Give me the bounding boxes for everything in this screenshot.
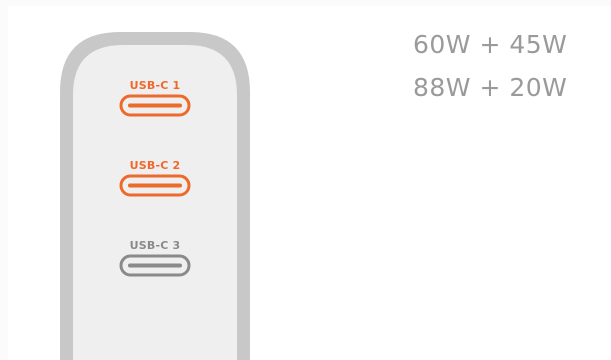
- port-label-usb-c-3: USB-C 3: [129, 239, 181, 252]
- power-spec-line-2: 88W + 20W: [413, 73, 568, 102]
- port-label-usb-c-2: USB-C 2: [129, 159, 181, 172]
- charger-body: [73, 45, 237, 360]
- usb-c-port-1-tongue: [128, 103, 182, 108]
- power-spec-line-1: 60W + 45W: [413, 30, 568, 59]
- usb-c-port-2-tongue: [128, 183, 182, 188]
- product-illustration: USB-C 1 USB-C 2 USB-C 3 60W + 45W 88W + …: [0, 0, 611, 360]
- port-label-usb-c-1: USB-C 1: [129, 79, 181, 92]
- usb-c-port-3-tongue: [128, 263, 182, 268]
